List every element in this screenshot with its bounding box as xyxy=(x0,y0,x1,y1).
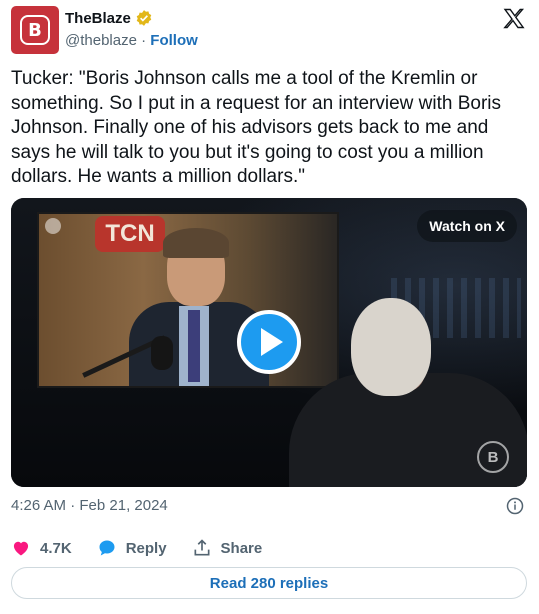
x-logo-icon[interactable] xyxy=(502,7,526,31)
watch-on-x-button[interactable]: Watch on X xyxy=(417,210,517,242)
tweet-text: Tucker: "Boris Johnson calls me a tool o… xyxy=(11,68,502,187)
separator-dot: · xyxy=(141,32,147,49)
action-bar: 4.7K Reply Share xyxy=(11,536,262,560)
info-icon[interactable] xyxy=(506,497,524,515)
author-handle[interactable]: @theblaze xyxy=(65,32,137,49)
reply-label: Reply xyxy=(125,539,167,557)
screen-corner-logo xyxy=(45,218,61,234)
tcn-sign: TCN xyxy=(95,216,165,252)
follow-button[interactable]: Follow xyxy=(150,32,198,49)
share-button[interactable]: Share xyxy=(192,538,263,558)
video-player[interactable]: TCN Watch on X B xyxy=(11,198,527,487)
reply-button[interactable]: Reply xyxy=(97,538,167,558)
share-label: Share xyxy=(220,539,263,557)
play-button[interactable] xyxy=(237,310,301,374)
like-button[interactable]: 4.7K xyxy=(11,538,72,558)
gold-verified-badge-icon xyxy=(136,10,152,26)
host-hair xyxy=(163,228,229,258)
reply-bubble-icon xyxy=(99,540,115,556)
read-replies-button[interactable]: Read 280 replies xyxy=(11,567,527,599)
heart-icon xyxy=(13,541,29,556)
watermark-logo: B xyxy=(477,441,509,473)
share-icon xyxy=(194,539,210,556)
host-tie xyxy=(188,310,200,382)
avatar-logo: B xyxy=(20,15,50,45)
avatar[interactable]: B xyxy=(11,6,59,54)
author-name[interactable]: TheBlaze xyxy=(65,10,131,27)
play-icon xyxy=(261,328,283,356)
author-name-row[interactable]: TheBlaze xyxy=(65,9,153,27)
author-handle-row: @theblaze · Follow xyxy=(65,32,198,49)
tweet-timestamp[interactable]: 4:26 AM · Feb 21, 2024 xyxy=(11,497,168,514)
like-count: 4.7K xyxy=(40,539,72,557)
viewer-head xyxy=(351,298,431,396)
microphone xyxy=(151,336,173,370)
